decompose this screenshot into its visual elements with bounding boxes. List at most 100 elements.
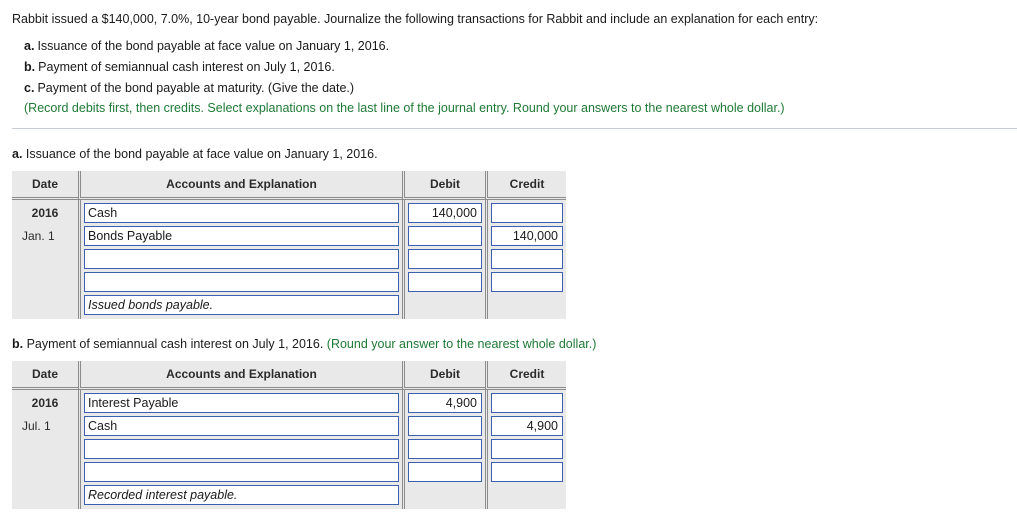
credit-input[interactable]: [491, 392, 563, 413]
debit-cell: [402, 268, 485, 292]
debit-cell: [402, 222, 485, 246]
prompt-intro-text: Rabbit issued a $140,000, 7.0%, 10-year …: [12, 12, 819, 26]
credit-input[interactable]: [491, 271, 563, 292]
debit-input[interactable]: 4,900: [408, 392, 482, 413]
debit-input[interactable]: [408, 271, 482, 292]
credit-cell: [485, 268, 566, 292]
column-header-accounts: Accounts and Explanation: [78, 360, 402, 390]
account-cell: Bonds Payable: [78, 222, 402, 246]
debit-input[interactable]: [408, 225, 482, 246]
date-cell: 2016 Jul. 1: [12, 389, 78, 509]
account-cell: Cash: [78, 412, 402, 436]
column-header-debit: Debit: [402, 360, 485, 390]
section-a-marker: a.: [12, 147, 23, 162]
account-input[interactable]: [84, 248, 399, 269]
credit-input[interactable]: [491, 438, 563, 459]
debit-cell: 4,900: [402, 389, 485, 413]
explanation-cell: Recorded interest payable.: [78, 481, 402, 509]
table-row: [12, 245, 566, 269]
explanation-cell: Issued bonds payable.: [78, 291, 402, 319]
prompt-item-a-marker: a.: [24, 39, 35, 54]
credit-cell: 4,900: [485, 412, 566, 436]
debit-cell-empty: [402, 481, 485, 509]
prompt-item-c-text: Payment of the bond payable at maturity.…: [37, 80, 355, 95]
prompt-item-c: c. Payment of the bond payable at maturit…: [12, 79, 1005, 98]
date-year: 2016: [31, 395, 59, 410]
prompt-item-c-marker: c.: [24, 80, 35, 95]
debit-cell: [402, 458, 485, 482]
debit-input[interactable]: [408, 248, 482, 269]
credit-cell-empty: [485, 481, 566, 509]
column-header-date: Date: [12, 170, 78, 200]
debit-cell: [402, 412, 485, 436]
table-row-explanation: Recorded interest payable.: [12, 481, 566, 509]
credit-input[interactable]: 140,000: [491, 225, 563, 246]
account-cell: [78, 458, 402, 482]
date-cell: 2016 Jan. 1: [12, 199, 78, 319]
credit-input[interactable]: [491, 461, 563, 482]
account-input[interactable]: Cash: [84, 415, 399, 436]
account-input[interactable]: Interest Payable: [84, 392, 399, 413]
account-input[interactable]: [84, 438, 399, 459]
credit-input[interactable]: 4,900: [491, 415, 563, 436]
prompt-requirements-list: a. Issuance of the bond payable at face v…: [12, 37, 1005, 97]
account-cell: [78, 435, 402, 459]
debit-input[interactable]: [408, 438, 482, 459]
prompt-item-b-text: Payment of semiannual cash interest on J…: [38, 59, 335, 74]
credit-cell: [485, 458, 566, 482]
column-header-credit: Credit: [485, 360, 566, 390]
section-a-heading: a. Issuance of the bond payable at face …: [12, 145, 1017, 164]
account-cell: [78, 268, 402, 292]
journal-entry-table-b: Date Accounts and Explanation Debit Cred…: [12, 360, 566, 509]
account-cell: [78, 245, 402, 269]
table-row: [12, 458, 566, 482]
section-divider: [12, 128, 1017, 130]
table-row: 2016 Jan. 1 Cash 140,000: [12, 199, 566, 319]
prompt-item-a: a. Issuance of the bond payable at face v…: [12, 37, 1005, 56]
date-year: 2016: [31, 205, 59, 220]
section-b-heading-text: Payment of semiannual cash interest on J…: [26, 336, 324, 351]
credit-input[interactable]: [491, 248, 563, 269]
table-row: [12, 268, 566, 292]
section-b-heading-note: (Round your answer to the nearest whole …: [326, 336, 597, 351]
debit-cell: 140,000: [402, 199, 485, 223]
credit-cell-empty: [485, 291, 566, 319]
date-day: Jan. 1: [22, 228, 55, 243]
journal-section-a: a. Issuance of the bond payable at face …: [0, 145, 1017, 319]
account-input[interactable]: [84, 271, 399, 292]
debit-cell: [402, 245, 485, 269]
credit-cell: [485, 435, 566, 459]
account-cell: Interest Payable: [78, 389, 402, 413]
table-row: [12, 435, 566, 459]
prompt-item-b-marker: b.: [24, 59, 36, 74]
credit-input[interactable]: [491, 202, 563, 223]
journal-entry-table-a: Date Accounts and Explanation Debit Cred…: [12, 170, 566, 319]
explanation-input[interactable]: Issued bonds payable.: [84, 294, 399, 315]
debit-input[interactable]: [408, 461, 482, 482]
credit-cell: [485, 389, 566, 413]
debit-cell-empty: [402, 291, 485, 319]
debit-cell: [402, 435, 485, 459]
account-input[interactable]: [84, 461, 399, 482]
prompt-instruction-note: (Record debits first, then credits. Sele…: [24, 101, 785, 116]
debit-input[interactable]: 140,000: [408, 202, 482, 223]
date-day: Jul. 1: [22, 418, 51, 433]
journal-section-b: b. Payment of semiannual cash interest o…: [0, 335, 1017, 509]
credit-cell: 140,000: [485, 222, 566, 246]
prompt-item-b: b. Payment of semiannual cash interest on…: [12, 58, 1005, 77]
account-input[interactable]: Cash: [84, 202, 399, 223]
column-header-accounts: Accounts and Explanation: [78, 170, 402, 200]
explanation-input[interactable]: Recorded interest payable.: [84, 484, 399, 505]
problem-prompt: Rabbit issued a $140,000, 7.0%, 10-year …: [0, 0, 1017, 118]
column-header-date: Date: [12, 360, 78, 390]
table-row: Cash 4,900: [12, 412, 566, 436]
credit-cell: [485, 245, 566, 269]
column-header-debit: Debit: [402, 170, 485, 200]
prompt-item-a-text: Issuance of the bond payable at face val…: [37, 39, 390, 54]
table-row-explanation: Issued bonds payable.: [12, 291, 566, 319]
section-a-heading-text: Issuance of the bond payable at face val…: [25, 147, 378, 162]
account-input[interactable]: Bonds Payable: [84, 225, 399, 246]
debit-input[interactable]: [408, 415, 482, 436]
table-row: Bonds Payable 140,000: [12, 222, 566, 246]
column-header-credit: Credit: [485, 170, 566, 200]
